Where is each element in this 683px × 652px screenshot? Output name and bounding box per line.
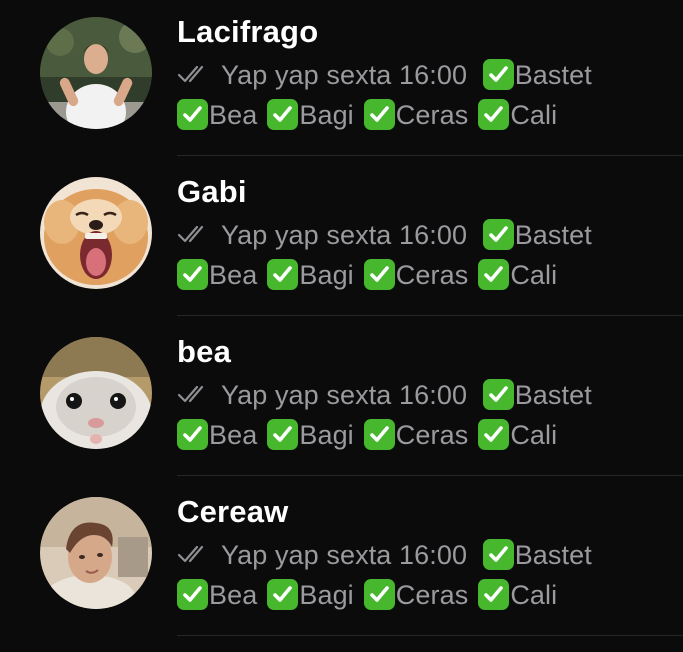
row-divider bbox=[177, 475, 683, 476]
check-mark-icon bbox=[177, 419, 208, 450]
chat-row-bea[interactable]: bea Yap yap sexta 16:00 Bastet Bea Bagi Ce… bbox=[0, 320, 683, 480]
chat-row-gabi[interactable]: Gabi Yap yap sexta 16:00 Bastet Bea Bagi C… bbox=[0, 160, 683, 320]
chat-row-cereaw[interactable]: Cereaw Yap yap sexta 16:00 Bastet Bea Bag… bbox=[0, 480, 683, 640]
double-check-icon bbox=[177, 543, 213, 565]
tag-label: Bagi bbox=[299, 260, 354, 290]
tag-item: Cali bbox=[478, 99, 557, 131]
tag-item: Ceras bbox=[363, 579, 469, 611]
double-check-icon bbox=[177, 223, 213, 245]
message-text: Yap yap sexta 16:00 bbox=[221, 220, 468, 250]
person-photo bbox=[40, 17, 152, 129]
tag-label: Cali bbox=[510, 420, 558, 450]
tag-label: Ceras bbox=[395, 100, 469, 130]
tag-item: Bastet bbox=[482, 379, 592, 411]
check-mark-icon bbox=[363, 419, 395, 450]
check-mark-icon bbox=[482, 59, 514, 90]
check-mark-icon bbox=[177, 259, 208, 290]
tag-label: Bea bbox=[209, 260, 258, 290]
tag-item: Bagi bbox=[267, 259, 354, 291]
tag-item: Bastet bbox=[482, 219, 592, 251]
message-preview-line-1: Yap yap sexta 16:00 Bastet bbox=[177, 379, 602, 411]
message-preview-line-2: Bea Bagi Ceras Cali bbox=[177, 419, 567, 451]
tag-item: Cali bbox=[478, 259, 557, 291]
row-divider bbox=[177, 315, 683, 316]
check-mark-icon bbox=[177, 579, 208, 610]
chat-name: Cereaw bbox=[177, 494, 289, 529]
check-mark-icon bbox=[478, 419, 510, 450]
check-mark-icon bbox=[363, 99, 395, 130]
double-check-icon bbox=[177, 383, 213, 405]
row-divider bbox=[177, 635, 683, 636]
tag-label: Cali bbox=[510, 100, 558, 130]
check-mark-icon bbox=[363, 259, 395, 290]
chat-name: Gabi bbox=[177, 174, 247, 209]
row-divider bbox=[177, 155, 683, 156]
person-photo bbox=[40, 497, 152, 609]
check-mark-icon bbox=[482, 539, 514, 570]
avatar[interactable] bbox=[40, 177, 152, 289]
tag-label: Cali bbox=[510, 260, 558, 290]
tag-label: Bastet bbox=[514, 60, 592, 90]
tag-item: Bea bbox=[177, 419, 257, 451]
check-mark-icon bbox=[177, 99, 208, 130]
chat-name: Lacifrago bbox=[177, 14, 319, 49]
chat-row-lacifrago[interactable]: Lacifrago Yap yap sexta 16:00 Bastet Bea… bbox=[0, 0, 683, 160]
tag-item: Bea bbox=[177, 259, 257, 291]
message-preview-line-2: Bea Bagi Ceras Cali bbox=[177, 259, 567, 291]
tag-label: Bea bbox=[209, 100, 258, 130]
tag-item: Ceras bbox=[363, 419, 469, 451]
check-mark-icon bbox=[363, 579, 395, 610]
check-mark-icon bbox=[267, 259, 299, 290]
tag-label: Bagi bbox=[299, 580, 354, 610]
tag-label: Ceras bbox=[395, 420, 469, 450]
tag-item: Bea bbox=[177, 99, 257, 131]
chat-list: Lacifrago Yap yap sexta 16:00 Bastet Bea… bbox=[0, 0, 683, 652]
tag-item: Bagi bbox=[267, 579, 354, 611]
message-text: Yap yap sexta 16:00 bbox=[221, 60, 468, 90]
tag-label: Bea bbox=[209, 420, 258, 450]
tag-label: Ceras bbox=[395, 580, 469, 610]
avatar[interactable] bbox=[40, 497, 152, 609]
chat-name: bea bbox=[177, 334, 232, 369]
tag-label: Bea bbox=[209, 580, 258, 610]
tag-label: Bagi bbox=[299, 100, 354, 130]
tag-label: Bagi bbox=[299, 420, 354, 450]
check-mark-icon bbox=[267, 99, 299, 130]
tag-item: Bagi bbox=[267, 419, 354, 451]
message-text: Yap yap sexta 16:00 bbox=[221, 540, 468, 570]
tag-item: Ceras bbox=[363, 99, 469, 131]
check-mark-icon bbox=[478, 99, 510, 130]
message-preview-line-1: Yap yap sexta 16:00 Bastet bbox=[177, 59, 602, 91]
tag-label: Ceras bbox=[395, 260, 469, 290]
check-mark-icon bbox=[482, 219, 514, 250]
avatar[interactable] bbox=[40, 337, 152, 449]
double-check-icon bbox=[177, 63, 213, 85]
tag-item: Bastet bbox=[482, 59, 592, 91]
avatar[interactable] bbox=[40, 17, 152, 129]
check-mark-icon bbox=[478, 579, 510, 610]
message-text: Yap yap sexta 16:00 bbox=[221, 380, 468, 410]
tag-item: Cali bbox=[478, 419, 557, 451]
check-mark-icon bbox=[482, 379, 514, 410]
message-preview-line-2: Bea Bagi Ceras Cali bbox=[177, 579, 567, 611]
tag-item: Ceras bbox=[363, 259, 469, 291]
check-mark-icon bbox=[267, 419, 299, 450]
message-preview-line-2: Bea Bagi Ceras Cali bbox=[177, 99, 567, 131]
tag-item: Bastet bbox=[482, 539, 592, 571]
tag-item: Bagi bbox=[267, 99, 354, 131]
dog-photo bbox=[40, 177, 152, 289]
tag-item: Bea bbox=[177, 579, 257, 611]
check-mark-icon bbox=[267, 579, 299, 610]
tag-label: Bastet bbox=[514, 220, 592, 250]
tag-label: Bastet bbox=[514, 380, 592, 410]
tag-label: Cali bbox=[510, 580, 558, 610]
message-preview-line-1: Yap yap sexta 16:00 Bastet bbox=[177, 539, 602, 571]
message-preview-line-1: Yap yap sexta 16:00 Bastet bbox=[177, 219, 602, 251]
hamster-photo bbox=[40, 337, 152, 449]
tag-item: Cali bbox=[478, 579, 557, 611]
tag-label: Bastet bbox=[514, 540, 592, 570]
check-mark-icon bbox=[478, 259, 510, 290]
